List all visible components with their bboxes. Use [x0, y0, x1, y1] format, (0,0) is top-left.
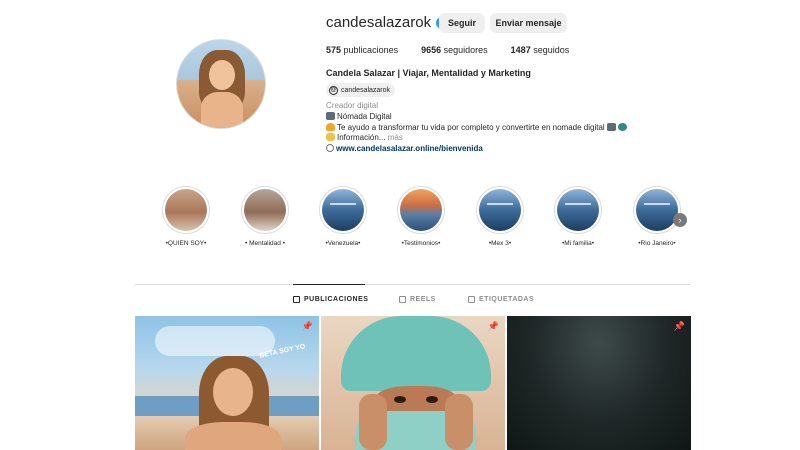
pin-icon: 📌	[301, 321, 313, 331]
highlight-mentalidad[interactable]: • Mentalidad •	[235, 186, 295, 247]
profile-category: Creador digital	[326, 101, 379, 110]
post-image-hand	[359, 394, 387, 450]
bio-line-2: Te ayudo a transformar tu vida por compl…	[326, 122, 629, 134]
highlight-ring	[162, 186, 210, 234]
highlight-quien-soy[interactable]: •QUIEN SOY•	[156, 186, 216, 247]
reels-icon	[399, 296, 406, 303]
followers-stat[interactable]: 9656 seguidores	[421, 45, 488, 55]
heart-emoji-icon	[326, 122, 335, 131]
highlight-ring	[554, 186, 602, 234]
posts-stat: 575 publicaciones	[326, 45, 398, 55]
highlight-label: •Testimonios•	[401, 240, 441, 247]
post-image-eye	[426, 396, 438, 403]
profile-full-name: Candela Salazar | Viajar, Mentalidad y M…	[326, 68, 531, 78]
highlight-mi-familia[interactable]: •Mi familia•	[548, 186, 608, 247]
highlight-cover	[557, 189, 599, 231]
highlight-cover	[636, 189, 678, 231]
profile-stats: 575 publicaciones 9656 seguidores 1487 s…	[326, 45, 569, 55]
threads-handle: candesalazarok	[341, 86, 391, 94]
post-image-scarf	[341, 316, 491, 391]
highlight-ring	[319, 186, 367, 234]
post-image-cloud	[155, 326, 275, 356]
highlight-cover	[322, 189, 364, 231]
tab-label: REELS	[410, 296, 436, 303]
post-image-eye	[394, 396, 406, 403]
bio-more-link[interactable]: más	[388, 133, 403, 142]
highlight-label: •Venezuela•	[325, 240, 361, 247]
highlight-label: •Rio Janeiro•	[638, 240, 676, 247]
avatar-face	[209, 60, 235, 90]
followers-label: seguidores	[443, 45, 488, 55]
highlight-ring	[476, 186, 524, 234]
grid-icon	[293, 296, 300, 303]
highlight-mex-3[interactable]: •Mex 3•	[470, 186, 530, 247]
posts-count: 575	[326, 45, 342, 55]
username-text: candesalazarok	[326, 14, 432, 31]
highlight-venezuela[interactable]: •Venezuela•	[313, 186, 373, 247]
tab-etiquetadas[interactable]: ETIQUETADAS	[468, 296, 534, 303]
link-icon	[326, 144, 334, 153]
highlight-cover	[165, 189, 207, 231]
highlight-label: • Mentalidad •	[245, 240, 285, 247]
pin-icon: 📌	[487, 321, 499, 331]
bio-line-3-text: Información...	[337, 133, 388, 143]
profile-bio: Creador digital Nómada Digital Te ayudo …	[326, 101, 629, 155]
posts-label: publicaciones	[343, 45, 399, 55]
post-image-face	[213, 368, 253, 416]
tab-publicaciones[interactable]: PUBLICACIONES	[293, 296, 368, 303]
post-image-hand	[445, 394, 473, 450]
globe-emoji-icon	[617, 122, 627, 131]
laptop-emoji-icon-2	[606, 122, 616, 131]
highlight-ring	[633, 186, 681, 234]
post-thumbnail[interactable]: 📌	[321, 316, 505, 450]
pointing-emoji-icon	[326, 133, 335, 142]
post-thumbnail[interactable]: 📌	[507, 316, 691, 450]
highlight-label: •Mex 3•	[488, 240, 512, 247]
website-link[interactable]: www.candelasalazar.online/bienvenida	[336, 144, 483, 153]
threads-icon: @	[329, 85, 338, 95]
following-count: 1487	[510, 45, 531, 55]
tabs-divider	[135, 284, 690, 285]
profile-avatar[interactable]	[176, 39, 266, 129]
highlight-ring	[241, 186, 289, 234]
followers-count: 9656	[421, 45, 442, 55]
post-thumbnail[interactable]: BETA SOY YO 📌	[135, 316, 319, 450]
post-image-shoulder	[185, 422, 281, 450]
bio-website: www.candelasalazar.online/bienvenida	[326, 144, 629, 155]
avatar-body	[201, 92, 243, 128]
laptop-emoji-icon	[326, 111, 335, 120]
bio-line-2-text: Te ayudo a transformar tu vida por compl…	[337, 122, 605, 132]
pin-icon: 📌	[673, 321, 685, 331]
tab-reels[interactable]: REELS	[399, 296, 436, 303]
tab-label: ETIQUETADAS	[479, 296, 535, 303]
profile-username: candesalazarok ✓	[326, 14, 449, 31]
highlight-cover	[400, 189, 442, 231]
highlight-label: •Mi familia•	[562, 240, 594, 247]
bio-line-3: Información... más	[326, 133, 629, 144]
send-message-button[interactable]: Enviar mensaje	[490, 13, 567, 33]
tab-label: PUBLICACIONES	[304, 296, 369, 303]
highlight-testimonios[interactable]: •Testimonios•	[391, 186, 451, 247]
highlight-cover	[244, 189, 286, 231]
threads-badge[interactable]: @ candesalazarok	[326, 83, 396, 97]
follow-button[interactable]: Seguir	[439, 13, 485, 33]
bio-line-1: Nómada Digital	[326, 111, 629, 123]
highlight-ring	[397, 186, 445, 234]
bio-line-1-text: Nómada Digital	[337, 111, 392, 121]
highlight-label: •QUIEN SOY•	[165, 240, 207, 247]
tagged-icon	[468, 296, 475, 303]
following-label: seguidos	[533, 45, 570, 55]
highlight-cover	[479, 189, 521, 231]
active-tab-indicator	[293, 284, 365, 285]
following-stat[interactable]: 1487 seguidos	[511, 45, 570, 55]
highlights-next-chevron-icon[interactable]: ›	[673, 213, 687, 227]
